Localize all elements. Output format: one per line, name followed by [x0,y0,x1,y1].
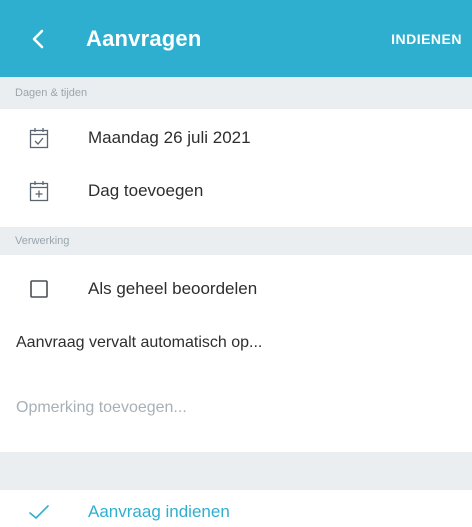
section-header-dates: Dagen & tijden [0,77,472,109]
chevron-left-icon [32,29,44,48]
evaluate-as-whole-checkbox-row[interactable]: Als geheel beoordelen [0,262,472,316]
expiry-label: Aanvraag vervalt automatisch op... [16,334,263,351]
submit-request-button[interactable]: Aanvraag indienen [0,497,472,527]
page-title: Aanvragen [86,25,202,51]
remark-placeholder: Opmerking toevoegen... [16,399,187,416]
checkmark-icon [28,500,50,524]
add-day-button[interactable]: Dag toevoegen [0,167,472,215]
back-button[interactable] [8,0,68,77]
remark-input[interactable]: Opmerking toevoegen... [0,383,472,433]
checkbox[interactable] [28,277,50,301]
section-header-processing: Verwerking [0,227,472,255]
date-item-monday[interactable]: Maandag 26 juli 2021 [0,109,472,167]
checkbox-label: Als geheel beoordelen [88,279,258,298]
calendar-add-icon [28,179,50,203]
date-item-label: Maandag 26 juli 2021 [88,128,251,147]
app-bar: Aanvragen INDIENEN [0,0,472,77]
submit-request-label: Aanvraag indienen [88,502,230,521]
expiry-setting[interactable]: Aanvraag vervalt automatisch op... [0,320,472,366]
add-day-label: Dag toevoegen [88,181,204,200]
divider-band [0,452,472,490]
calendar-check-icon [28,126,50,150]
submit-button[interactable]: INDIENEN [391,0,462,77]
